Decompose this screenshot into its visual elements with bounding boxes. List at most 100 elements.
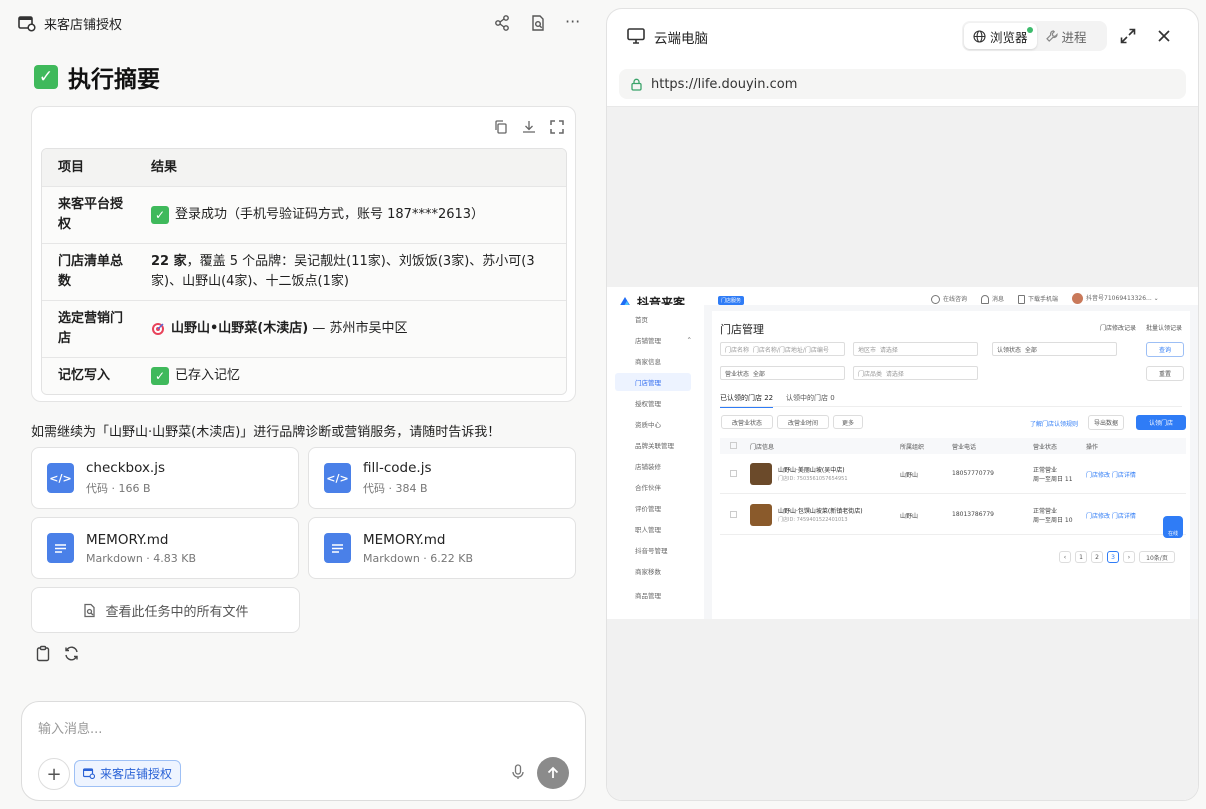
file-card[interactable]: </> fill-code.js 代码 · 384 B	[308, 447, 576, 509]
more-actions-button[interactable]: 更多	[833, 415, 863, 429]
web-sidebar: 首页 店铺管理 ⌃ 商家信息 门店管理 授权管理 资质中心 品牌关联管理 店铺装修…	[607, 305, 704, 619]
tab-claiming[interactable]: 认领中的门店 0	[786, 393, 835, 403]
download-app-link[interactable]: 下载手机端	[1018, 294, 1058, 304]
followup-text: 如需继续为「山野山·山野菜(木渎店)」进行品牌诊断或营销服务，请随时告诉我！	[31, 425, 501, 440]
douyin-laike-page: 抖音来客 门店服务 在线咨询 消息 下载手机端 抖音号71069413326..…	[607, 287, 1198, 619]
fullscreen-icon[interactable]	[549, 119, 565, 135]
nav-review[interactable]: 评价管理	[607, 499, 704, 517]
file-search-icon	[82, 603, 97, 618]
code-file-icon: </>	[47, 463, 74, 493]
check-icon: ✓	[151, 367, 169, 385]
category-select[interactable]: 门店品类 请选择	[853, 366, 978, 380]
plus-icon[interactable]: +	[38, 758, 70, 790]
task-icon	[18, 15, 36, 32]
clipboard-icon[interactable]	[35, 645, 51, 662]
nav-home[interactable]: 首页	[607, 310, 704, 328]
check-icon: ✓	[34, 65, 58, 89]
address-bar[interactable]: https://life.douyin.com	[619, 69, 1186, 99]
nav-migrate[interactable]: 商家移数	[607, 562, 704, 580]
tab-process[interactable]: 进程	[1037, 23, 1096, 49]
summary-table: 项目 结果 来客平台授权 ✓ 登录成功（手机号验证码方式，账号 187****26…	[41, 148, 567, 395]
nav-brand[interactable]: 品牌关联管理	[607, 436, 704, 454]
header-result: 结果	[151, 159, 178, 175]
wrench-icon	[1045, 30, 1058, 42]
page-button[interactable]: 1	[1075, 551, 1087, 563]
browser-viewport[interactable]: 抖音来客 门店服务 在线咨询 消息 下载手机端 抖音号71069413326..…	[607, 106, 1198, 800]
pagination: ‹ 1 2 3 › 10条/页	[1059, 551, 1175, 563]
share-icon[interactable]	[493, 14, 511, 32]
region-select[interactable]: 地区市 请选择	[853, 342, 978, 356]
nav-store-manage[interactable]: 店铺管理 ⌃	[607, 331, 704, 349]
table-header: 项目 结果	[42, 149, 566, 186]
view-switch: 浏览器 进程	[962, 21, 1107, 51]
target-icon	[151, 322, 165, 336]
avatar	[1072, 293, 1084, 304]
claim-status-select[interactable]: 认领状态 全部	[992, 342, 1117, 356]
nav-auth[interactable]: 授权管理	[607, 394, 704, 412]
code-file-icon: </>	[324, 463, 351, 493]
task-chip[interactable]: 来客店铺授权	[74, 760, 182, 787]
nav-staff[interactable]: 职人管理	[607, 520, 704, 538]
globe-icon	[973, 29, 986, 43]
doc-file-icon	[47, 533, 74, 563]
page-button[interactable]: 3	[1107, 551, 1119, 563]
nav-merchant-info[interactable]: 商家信息	[607, 352, 704, 370]
next-page-button[interactable]: ›	[1123, 551, 1135, 563]
mic-icon[interactable]	[511, 764, 525, 780]
reset-button[interactable]: 重置	[1146, 366, 1184, 381]
nav-decor[interactable]: 店铺装修	[607, 457, 704, 475]
view-all-files-button[interactable]: 查看此任务中的所有文件	[31, 587, 300, 633]
mascot-widget[interactable]: 在线	[1163, 516, 1183, 538]
file-search-icon[interactable]	[529, 14, 547, 32]
expand-icon[interactable]	[1120, 28, 1136, 44]
nav-qualification[interactable]: 资质中心	[607, 415, 704, 433]
row-checkbox[interactable]	[730, 511, 737, 518]
query-button[interactable]: 查询	[1146, 342, 1184, 357]
export-button[interactable]: 导出数据	[1088, 415, 1124, 430]
row-ops-links[interactable]: 门店修改 门店详情	[1086, 470, 1136, 479]
message-link[interactable]: 消息	[981, 294, 1004, 304]
bell-icon	[981, 294, 990, 304]
store-thumbnail	[750, 504, 772, 526]
task-title: 来客店铺授权	[44, 18, 123, 33]
row-ops-links[interactable]: 门店修改 门店详情	[1086, 511, 1136, 520]
modify-record-link[interactable]: 门店修改记录	[1100, 323, 1136, 332]
more-icon[interactable]: ···	[565, 12, 583, 31]
file-card[interactable]: MEMORY.md Markdown · 6.22 KB	[308, 517, 576, 579]
change-biz-hours-button[interactable]: 改营业时间	[777, 415, 829, 429]
check-icon: ✓	[151, 206, 169, 224]
row-checkbox[interactable]	[730, 470, 737, 477]
consult-link[interactable]: 在线咨询	[931, 294, 967, 304]
claim-rules-link[interactable]: 了解门店认领规则	[1030, 419, 1078, 428]
nav-partner[interactable]: 合作伙伴	[607, 478, 704, 496]
file-card[interactable]: MEMORY.md Markdown · 4.83 KB	[31, 517, 299, 579]
table-row: 门店清单总数 22 家，覆盖 5 个品牌：吴记靓灶(11家)、刘饭饭(3家)、苏…	[42, 243, 566, 300]
tab-browser[interactable]: 浏览器	[964, 23, 1037, 49]
nav-douyin-account[interactable]: 抖音号管理	[607, 541, 704, 559]
service-badge: 门店服务	[718, 296, 745, 305]
message-composer[interactable]: 输入消息... + 来客店铺授权	[21, 701, 586, 801]
change-biz-status-button[interactable]: 改营业状态	[721, 415, 773, 429]
select-all-checkbox[interactable]	[730, 442, 737, 449]
nav-store-management[interactable]: 门店管理	[615, 373, 691, 391]
table-row: 山野山·美丽山坡(吴中店) 门店ID: 7503561057654951 山野山…	[720, 454, 1186, 494]
file-card[interactable]: </> checkbox.js 代码 · 166 B	[31, 447, 299, 509]
send-button[interactable]	[537, 757, 569, 789]
download-icon[interactable]	[521, 119, 537, 135]
table-row: 山野山·包馔山坡菜(新镇老街店) 门店ID: 7459401522401013 …	[720, 495, 1186, 535]
lock-icon	[631, 78, 642, 91]
account-menu[interactable]: 抖音号71069413326... ⌄	[1072, 293, 1159, 304]
message-input[interactable]: 输入消息...	[38, 718, 102, 737]
close-icon[interactable]	[1157, 29, 1171, 43]
claim-store-button[interactable]: 认领门店	[1136, 415, 1186, 430]
table-row: 来客平台授权 ✓ 登录成功（手机号验证码方式，账号 187****2613）	[42, 186, 566, 243]
refresh-icon[interactable]	[63, 645, 80, 662]
batch-claim-record-link[interactable]: 批量认领记录	[1146, 323, 1182, 332]
page-size-select[interactable]: 10条/页	[1139, 551, 1175, 563]
copy-icon[interactable]	[493, 119, 509, 135]
nav-goods[interactable]: 商品管理	[607, 586, 704, 604]
page-button[interactable]: 2	[1091, 551, 1103, 563]
prev-page-button[interactable]: ‹	[1059, 551, 1071, 563]
biz-status-select[interactable]: 营业状态 全部	[720, 366, 845, 380]
store-name-field[interactable]: 门店名称 门店名称/门店地址/门店编号	[720, 342, 845, 356]
